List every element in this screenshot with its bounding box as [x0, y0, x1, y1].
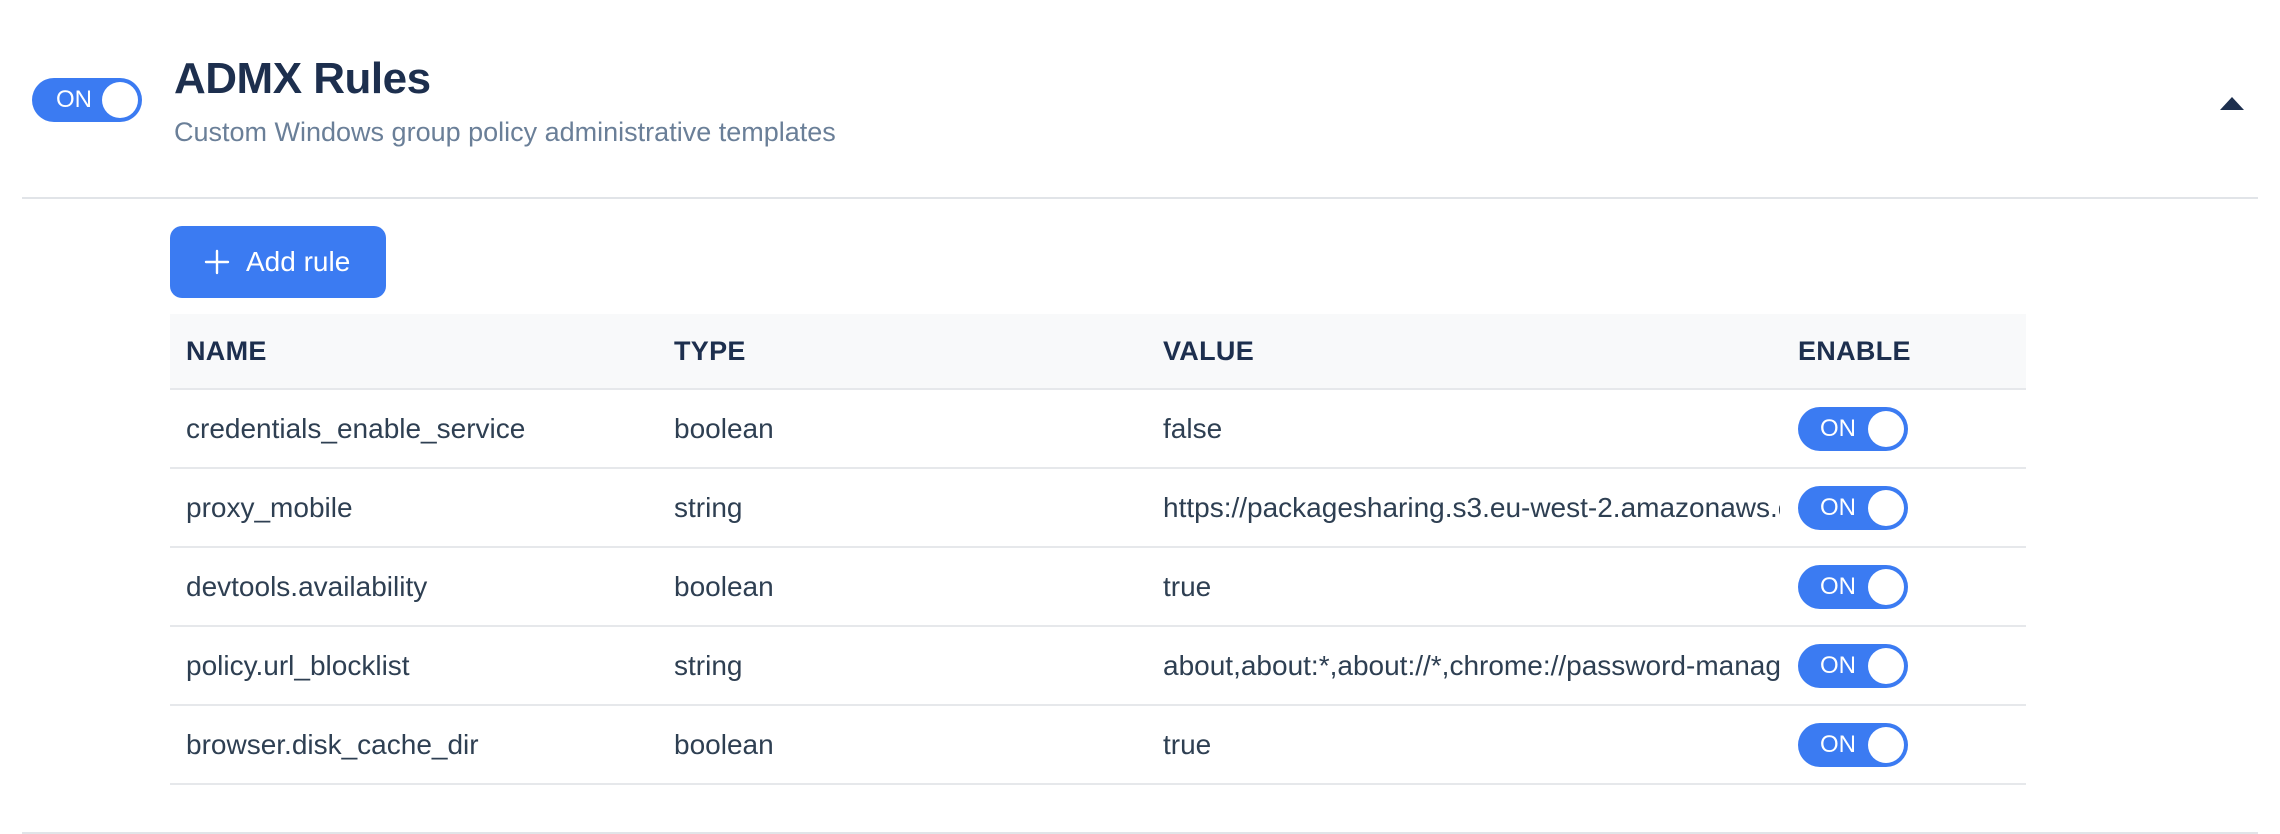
toggle-label: ON	[1820, 651, 1856, 679]
rule-type: string	[674, 491, 743, 523]
rule-name: policy.url_blocklist	[186, 649, 410, 681]
add-rule-label: Add rule	[246, 246, 351, 277]
toggle-knob	[102, 82, 138, 118]
table-row[interactable]: credentials_enable_service boolean false…	[170, 390, 2026, 469]
section-divider	[22, 197, 2258, 199]
rule-value: true	[1163, 570, 1212, 602]
toggle-label: ON	[1820, 572, 1856, 600]
add-rule-button[interactable]: Add rule	[170, 226, 386, 298]
rule-value: https://packagesharing.s3.eu-west-2.amaz…	[1163, 491, 1780, 523]
toggle-knob	[1868, 647, 1904, 684]
rule-enable-toggle[interactable]: ON	[1798, 485, 1908, 530]
plus-icon	[204, 249, 230, 275]
rule-name: browser.disk_cache_dir	[186, 728, 479, 760]
table-row[interactable]: browser.disk_cache_dir boolean true ON	[170, 706, 2026, 785]
rule-type: boolean	[674, 728, 774, 760]
rule-type: string	[674, 649, 743, 681]
toggle-label: ON	[56, 86, 92, 113]
section-enable-toggle[interactable]: ON	[32, 78, 142, 122]
rule-name: credentials_enable_service	[186, 412, 526, 444]
section-title: ADMX Rules	[174, 54, 431, 103]
toggle-label: ON	[1820, 730, 1856, 758]
rule-enable-toggle[interactable]: ON	[1798, 643, 1908, 688]
rule-value: about,about:*,about://*,chrome://passwor…	[1163, 649, 1780, 681]
table-row[interactable]: proxy_mobile string https://packageshari…	[170, 469, 2026, 548]
column-header-name[interactable]: NAME	[186, 336, 656, 367]
table-row[interactable]: policy.url_blocklist string about,about:…	[170, 627, 2026, 706]
toggle-knob	[1868, 410, 1904, 447]
toggle-knob	[1868, 489, 1904, 526]
rule-value: false	[1163, 412, 1223, 444]
rule-enable-toggle[interactable]: ON	[1798, 564, 1908, 609]
triangle-up-icon[interactable]	[2214, 90, 2250, 114]
toggle-label: ON	[1820, 414, 1856, 442]
toggle-knob	[1868, 726, 1904, 763]
rule-enable-toggle[interactable]: ON	[1798, 406, 1908, 451]
rule-name: devtools.availability	[186, 570, 428, 602]
column-header-type[interactable]: TYPE	[674, 336, 1144, 367]
rule-enable-toggle[interactable]: ON	[1798, 722, 1908, 767]
column-header-enable[interactable]: ENABLE	[1798, 336, 1911, 367]
rule-name: proxy_mobile	[186, 491, 353, 523]
toggle-knob	[1868, 568, 1904, 605]
column-header-value[interactable]: VALUE	[1163, 336, 1780, 367]
rules-table: NAME TYPE VALUE ENABLE credentials_enabl…	[170, 314, 2026, 785]
rule-type: boolean	[674, 570, 774, 602]
admx-rules-page: ON ADMX Rules Custom Windows group polic…	[0, 0, 2280, 834]
table-row[interactable]: devtools.availability boolean true ON	[170, 548, 2026, 627]
table-header: NAME TYPE VALUE ENABLE	[170, 314, 2026, 390]
rule-value: true	[1163, 728, 1212, 760]
toggle-label: ON	[1820, 493, 1856, 521]
section-subtitle: Custom Windows group policy administrati…	[174, 117, 836, 147]
rule-type: boolean	[674, 412, 774, 444]
